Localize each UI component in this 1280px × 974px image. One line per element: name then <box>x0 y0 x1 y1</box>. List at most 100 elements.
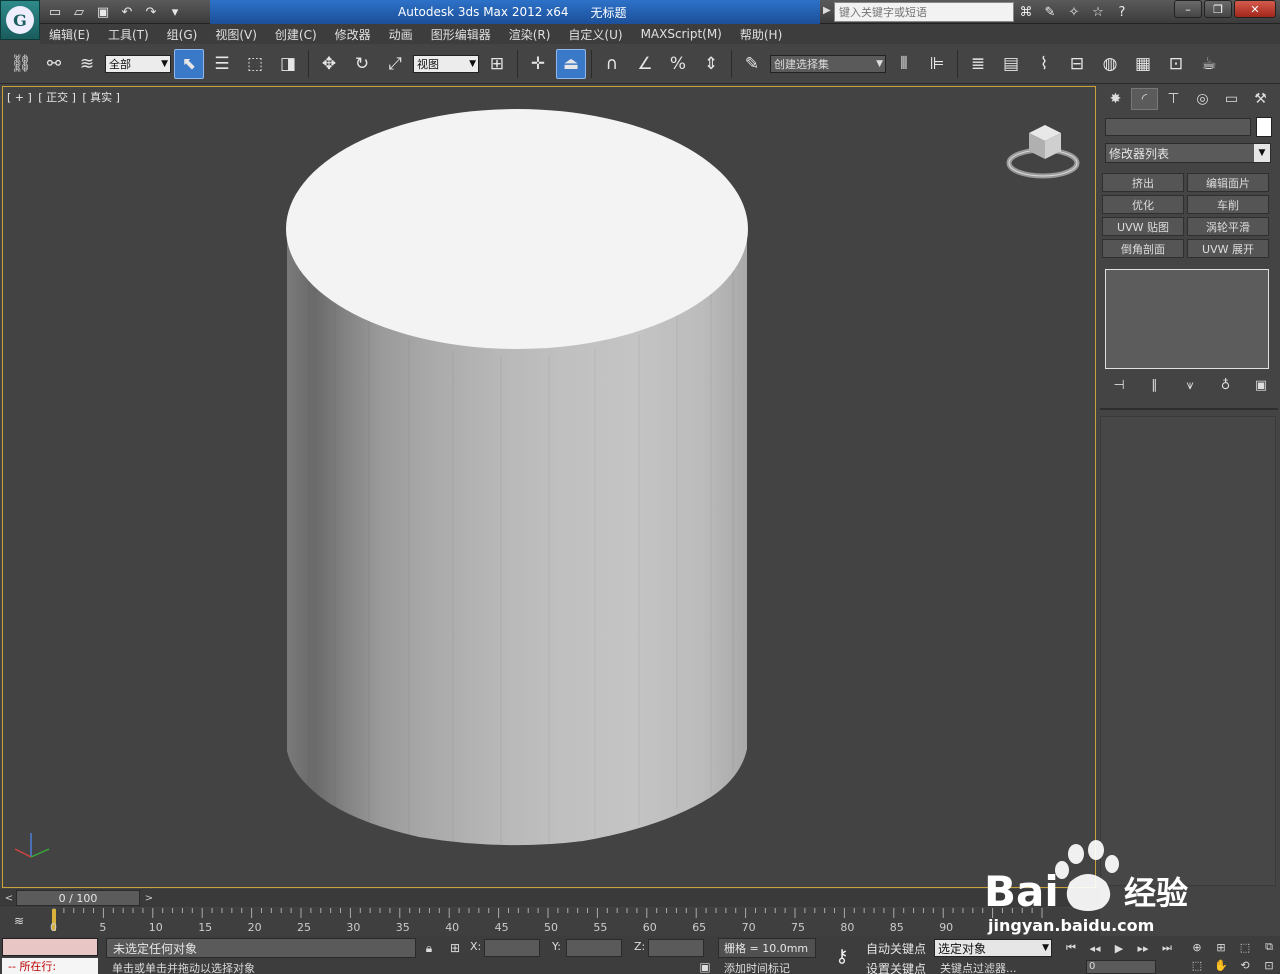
menu-tools[interactable]: 工具(T) <box>99 26 158 43</box>
help-icon[interactable]: ? <box>1112 2 1132 22</box>
search-input[interactable] <box>834 2 1014 22</box>
key-filters-button[interactable]: 关键点过滤器... <box>940 960 1017 974</box>
menu-graph-editors[interactable]: 图形编辑器 <box>422 26 500 43</box>
named-selection-dropdown[interactable]: 创建选择集 ▼ <box>770 54 886 73</box>
menu-create[interactable]: 创建(C) <box>266 26 326 43</box>
restore-icon[interactable]: ❐ <box>1204 0 1232 18</box>
remove-modifier-icon[interactable]: ♁ <box>1215 376 1237 394</box>
time-tag-icon[interactable]: ▣ <box>696 958 714 974</box>
optimize-button[interactable]: 优化 <box>1102 195 1184 214</box>
binoculars-icon[interactable]: ⌘ <box>1016 2 1036 22</box>
menu-edit[interactable]: 编辑(E) <box>40 26 99 43</box>
menu-maxscript[interactable]: MAXScript(M) <box>632 27 731 41</box>
hierarchy-tab-icon[interactable]: ⊤ <box>1160 88 1187 110</box>
go-to-end-icon[interactable]: ⏭ <box>1156 939 1178 957</box>
select-and-rotate-icon[interactable]: ↻ <box>347 49 377 79</box>
material-editor-icon[interactable]: ◍ <box>1095 49 1125 79</box>
zoom-icon[interactable]: ⊕ <box>1186 939 1208 955</box>
menu-modifiers[interactable]: 修改器 <box>326 26 380 43</box>
menu-animation[interactable]: 动画 <box>380 26 422 43</box>
select-and-scale-icon[interactable]: ⤢ <box>380 49 410 79</box>
zoom-extents-all-icon[interactable]: ⧉ <box>1258 939 1280 955</box>
set-key-icon[interactable]: ⚷ <box>826 942 858 970</box>
z-coordinate-field[interactable] <box>648 939 704 957</box>
modify-tab-icon[interactable]: ◜ <box>1131 88 1158 110</box>
select-and-link-icon[interactable]: ⛓ <box>6 49 36 79</box>
dropdown-icon[interactable]: ▾ <box>164 2 186 22</box>
rendered-frame-window-icon[interactable]: ⊡ <box>1161 49 1191 79</box>
unlink-icon[interactable]: ⚯ <box>39 49 69 79</box>
rectangular-selection-icon[interactable]: ⬚ <box>240 49 270 79</box>
pivot-center-icon[interactable]: ⊞ <box>482 49 512 79</box>
application-button[interactable]: G <box>0 0 40 40</box>
auto-key-button[interactable]: 自动关键点 <box>866 940 926 957</box>
utilities-tab-icon[interactable]: ⚒ <box>1247 88 1274 110</box>
unwrap-uvw-button[interactable]: UVW 展开 <box>1187 239 1269 258</box>
time-slider[interactable]: < 0 / 100 > <box>0 889 1100 907</box>
go-to-start-icon[interactable]: ⏮ <box>1060 939 1082 957</box>
mini-curve-editor-icon[interactable]: ≋ <box>10 912 28 930</box>
object-name-input[interactable] <box>1105 118 1251 136</box>
favorites-star-icon[interactable]: ☆ <box>1088 2 1108 22</box>
time-slider-prev-icon[interactable]: < <box>2 890 16 906</box>
menu-group[interactable]: 组(G) <box>158 26 207 43</box>
undo-icon[interactable]: ↶ <box>116 2 138 22</box>
create-tab-icon[interactable]: ✸ <box>1102 88 1129 110</box>
snaps-toggle-icon[interactable]: ∩ <box>597 49 627 79</box>
key-mode-dropdown[interactable]: 选定对象 ▼ <box>934 939 1052 957</box>
uvw-map-button[interactable]: UVW 贴图 <box>1102 217 1184 236</box>
percent-snap-icon[interactable]: % <box>663 49 693 79</box>
perspective-viewport[interactable]: [ + ] [ 正交 ] [ 真实 ] <box>2 86 1096 888</box>
open-folder-icon[interactable]: ▱ <box>68 2 90 22</box>
window-crossing-icon[interactable]: ◨ <box>273 49 303 79</box>
bevel-profile-button[interactable]: 倒角剖面 <box>1102 239 1184 258</box>
maximize-viewport-icon[interactable]: ⊡ <box>1258 957 1280 973</box>
play-icon[interactable]: ▶ <box>1108 939 1130 957</box>
x-coordinate-field[interactable] <box>484 939 540 957</box>
maxscript-listener-input[interactable] <box>2 938 98 956</box>
turbosmooth-button[interactable]: 涡轮平滑 <box>1187 217 1269 236</box>
edit-patch-button[interactable]: 编辑面片 <box>1187 173 1269 192</box>
reference-coordinate-dropdown[interactable]: 视图 ▼ <box>413 54 479 73</box>
menu-help[interactable]: 帮助(H) <box>731 26 791 43</box>
menu-views[interactable]: 视图(V) <box>206 26 266 43</box>
render-setup-icon[interactable]: ▦ <box>1128 49 1158 79</box>
align-icon[interactable]: ⊫ <box>922 49 952 79</box>
previous-frame-icon[interactable]: ◂◂ <box>1084 939 1106 957</box>
selection-lock-icon[interactable]: 🔒︎ <box>420 939 438 957</box>
zoom-extents-icon[interactable]: ⬚ <box>1234 939 1256 955</box>
display-tab-icon[interactable]: ▭ <box>1218 88 1245 110</box>
next-frame-icon[interactable]: ▸▸ <box>1132 939 1154 957</box>
motion-tab-icon[interactable]: ◎ <box>1189 88 1216 110</box>
set-key-button[interactable]: 设置关键点 <box>866 960 926 974</box>
time-slider-next-icon[interactable]: > <box>142 890 156 906</box>
lathe-button[interactable]: 车削 <box>1187 195 1269 214</box>
graphite-ribbon-icon[interactable]: ▤ <box>996 49 1026 79</box>
render-production-icon[interactable]: ☕ <box>1194 49 1224 79</box>
minimize-icon[interactable]: – <box>1174 0 1202 18</box>
modifier-stack[interactable] <box>1105 269 1269 369</box>
extrude-button[interactable]: 挤出 <box>1102 173 1184 192</box>
select-object-icon[interactable]: ⬉ <box>174 48 204 79</box>
time-slider-handle[interactable]: 0 / 100 <box>16 890 140 906</box>
viewcube-icon[interactable] <box>1005 115 1085 185</box>
save-icon[interactable]: ▣ <box>92 2 114 22</box>
object-color-swatch[interactable] <box>1256 117 1272 137</box>
absolute-mode-icon[interactable]: ⊞ <box>446 939 464 957</box>
viewport-shading-label[interactable]: [ 真实 ] <box>82 91 120 104</box>
current-frame-field[interactable]: 0 <box>1086 960 1156 974</box>
show-end-result-icon[interactable]: ∥ <box>1144 376 1166 394</box>
viewport-pov-label[interactable]: [ 正交 ] <box>38 91 76 104</box>
selection-filter-dropdown[interactable]: 全部 ▼ <box>105 54 171 73</box>
viewport-label[interactable]: [ + ] [ 正交 ] [ 真实 ] <box>7 89 123 105</box>
redo-icon[interactable]: ↷ <box>140 2 162 22</box>
pan-icon[interactable]: ✋ <box>1210 957 1232 973</box>
new-file-icon[interactable]: ▭ <box>44 2 66 22</box>
modifier-list-dropdown[interactable]: 修改器列表 ▼ <box>1105 143 1271 163</box>
layer-manager-icon[interactable]: ≣ <box>963 49 993 79</box>
subscription-icon[interactable]: ✎ <box>1040 2 1060 22</box>
edit-named-selection-icon[interactable]: ✎ <box>737 49 767 79</box>
track-bar[interactable]: ≋ 0 5 10 15 20 25 30 35 40 45 50 55 60 65 70 75 80 85 90 <box>0 908 1100 936</box>
search-expand-icon[interactable]: ▶ <box>823 5 831 16</box>
menu-rendering[interactable]: 渲染(R) <box>500 26 560 43</box>
